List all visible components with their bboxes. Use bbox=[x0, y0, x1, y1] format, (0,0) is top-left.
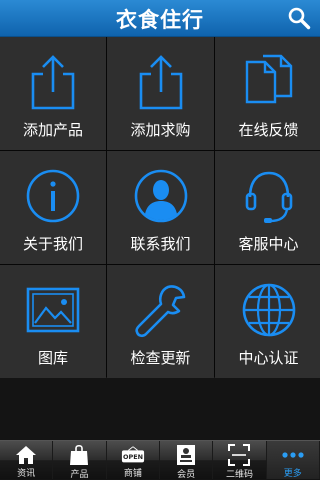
tab-label: 产品 bbox=[70, 470, 89, 480]
headset-icon bbox=[245, 171, 292, 223]
share-upload-icon bbox=[139, 55, 182, 110]
search-icon bbox=[288, 7, 311, 30]
member-card-icon bbox=[177, 445, 196, 465]
tile-contact-us[interactable]: 联系我们 bbox=[107, 151, 214, 264]
tile-label: 图库 bbox=[37, 349, 68, 367]
tile-add-request[interactable]: 添加求购 bbox=[107, 37, 214, 150]
tab-more[interactable]: 更多 bbox=[266, 441, 320, 479]
open-sign-icon: OPEN bbox=[121, 445, 144, 462]
tab-label: 二维码 bbox=[225, 470, 253, 480]
tile-label: 添加产品 bbox=[22, 121, 83, 139]
qr-scan-icon bbox=[228, 444, 251, 466]
tile-label: 联系我们 bbox=[130, 235, 191, 253]
tile-label: 添加求购 bbox=[130, 121, 191, 139]
tab-products[interactable]: 产品 bbox=[53, 441, 107, 480]
tile-gallery[interactable]: 图库 bbox=[0, 265, 106, 379]
info-icon bbox=[26, 169, 80, 223]
tile-label: 检查更新 bbox=[130, 349, 191, 367]
tile-customer-service[interactable]: 客服中心 bbox=[215, 151, 320, 264]
globe-icon bbox=[242, 283, 295, 337]
tab-shops[interactable]: OPEN 商铺 bbox=[107, 441, 160, 479]
tile-check-update[interactable]: 检查更新 bbox=[107, 265, 214, 379]
empty-area bbox=[0, 378, 320, 440]
tab-label: 会员 bbox=[177, 470, 196, 480]
bottom-tab-bar: 资讯 产品 OPEN 商铺 会员 二维码 更多 bbox=[0, 440, 320, 480]
share-upload-icon bbox=[31, 55, 75, 110]
shopping-bag-icon bbox=[70, 444, 89, 465]
tab-news[interactable]: 资讯 bbox=[0, 441, 54, 479]
tile-label: 中心认证 bbox=[238, 349, 299, 367]
tile-about-us[interactable]: 关于我们 bbox=[0, 151, 106, 264]
tile-label: 在线反馈 bbox=[238, 121, 299, 139]
more-dots-icon bbox=[282, 451, 304, 458]
page-title: 衣食住行 bbox=[116, 7, 204, 32]
tab-label: 商铺 bbox=[123, 469, 142, 479]
tab-label: 更多 bbox=[283, 469, 302, 479]
search-button[interactable] bbox=[284, 3, 314, 33]
menu-grid: 添加产品 添加求购 在线反馈 关于我们 联系我们 客服中心 图库 检查更新 中心… bbox=[0, 37, 320, 379]
picture-icon bbox=[26, 287, 80, 333]
open-sign-text: OPEN bbox=[123, 453, 143, 461]
tab-label: 资讯 bbox=[17, 469, 36, 479]
tab-members[interactable]: 会员 bbox=[160, 441, 214, 480]
wrench-icon bbox=[134, 285, 185, 338]
tile-center-certification[interactable]: 中心认证 bbox=[215, 265, 320, 379]
tab-qrcode[interactable]: 二维码 bbox=[213, 441, 267, 480]
app-header: 衣食住行 bbox=[0, 0, 320, 37]
home-icon bbox=[16, 445, 37, 464]
documents-icon bbox=[245, 54, 292, 104]
tile-label: 客服中心 bbox=[238, 235, 299, 253]
tile-add-product[interactable]: 添加产品 bbox=[0, 37, 106, 150]
tile-label: 关于我们 bbox=[22, 235, 83, 253]
tile-online-feedback[interactable]: 在线反馈 bbox=[215, 37, 320, 150]
person-icon bbox=[134, 169, 187, 223]
